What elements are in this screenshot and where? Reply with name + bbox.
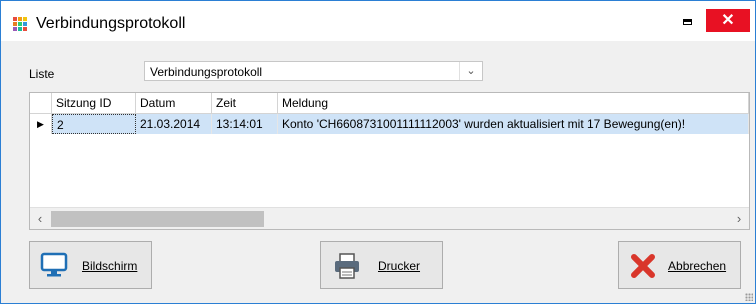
cell-zeit[interactable]: 13:14:01 (212, 114, 278, 134)
scroll-thumb[interactable] (51, 211, 264, 227)
abbrechen-button[interactable]: Abbrechen (618, 241, 741, 289)
window-title: Verbindungsprotokoll (36, 15, 186, 32)
column-header-sitzung-id[interactable]: Sitzung ID (52, 93, 136, 114)
horizontal-scrollbar[interactable]: ‹ › (30, 207, 749, 229)
row-selector-icon[interactable]: ▶ (30, 114, 52, 134)
chevron-down-icon[interactable]: ⌄ (459, 62, 482, 80)
bildschirm-label: Bildschirm (82, 259, 138, 273)
printer-icon (335, 253, 359, 279)
column-header-meldung[interactable]: Meldung (278, 93, 749, 114)
row-header-corner (30, 93, 52, 114)
app-grid-icon (13, 17, 28, 32)
scroll-right-icon[interactable]: › (729, 208, 749, 229)
column-header-zeit[interactable]: Zeit (212, 93, 278, 114)
window: Verbindungsprotokoll ✕ Liste Verbindungs… (0, 0, 756, 304)
log-grid: Sitzung ID Datum Zeit Meldung ▶ 2 21.03.… (29, 92, 750, 230)
cell-sitzung-id[interactable]: 2 (52, 114, 136, 134)
title-bar: Verbindungsprotokoll ✕ (1, 1, 755, 41)
cell-meldung[interactable]: Konto 'CH6608731001111112003' wurden akt… (278, 114, 749, 134)
liste-label: Liste (29, 67, 55, 81)
liste-select[interactable]: Verbindungsprotokoll ⌄ (144, 61, 483, 81)
bildschirm-button[interactable]: Bildschirm (29, 241, 152, 289)
liste-select-value: Verbindungsprotokoll (150, 65, 263, 79)
drucker-label: Drucker (378, 259, 421, 273)
cancel-x-icon (631, 254, 655, 278)
column-header-datum[interactable]: Datum (136, 93, 212, 114)
resize-grip-icon[interactable] (745, 293, 753, 301)
monitor-icon (40, 252, 68, 277)
scroll-left-icon[interactable]: ‹ (30, 208, 50, 229)
minimize-icon[interactable] (677, 11, 699, 33)
abbrechen-label: Abbrechen (668, 259, 727, 273)
cell-datum[interactable]: 21.03.2014 (136, 114, 212, 134)
drucker-button[interactable]: Drucker (320, 241, 443, 289)
close-button[interactable]: ✕ (706, 9, 750, 32)
